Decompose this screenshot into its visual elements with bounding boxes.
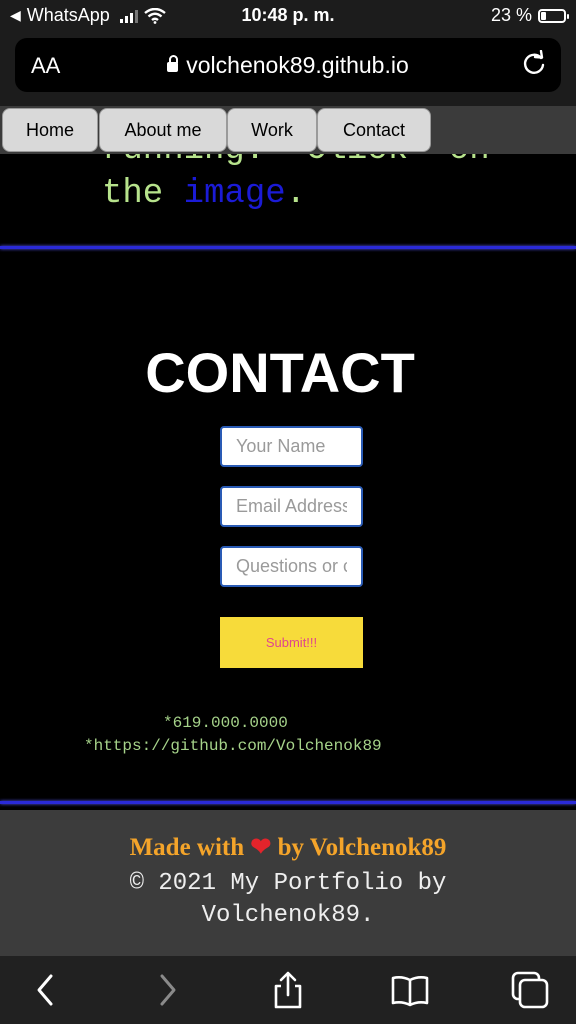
- battery-icon: [538, 8, 569, 23]
- back-icon[interactable]: [27, 970, 67, 1010]
- image-link[interactable]: image: [184, 175, 286, 213]
- phone-text: *619.000.0000: [163, 714, 288, 732]
- nav-about-me[interactable]: About me: [99, 108, 227, 152]
- name-input[interactable]: [220, 426, 363, 467]
- back-triangle-icon: ◀: [10, 7, 21, 23]
- tabs-icon[interactable]: [510, 970, 550, 1010]
- questions-input[interactable]: [220, 546, 363, 587]
- previous-line-2-suffix: .: [285, 175, 307, 213]
- footer-copyright: © 2021 My Portfolio by Volchenok89.: [0, 868, 576, 932]
- nav-work[interactable]: Work: [227, 108, 317, 152]
- github-link[interactable]: *https://github.com/Volchenok89: [84, 737, 382, 755]
- previous-line-2-prefix: the: [102, 175, 184, 213]
- battery-label: 23 %: [490, 5, 532, 25]
- back-to-app[interactable]: ◀ WhatsApp: [10, 5, 166, 26]
- made-prefix: Made with: [129, 834, 251, 861]
- battery-fill: [541, 11, 546, 20]
- url-field[interactable]: volchenok89.github.io: [15, 52, 561, 79]
- heart-icon: ❤: [250, 834, 272, 861]
- contact-title: CONTACT: [145, 341, 415, 404]
- share-icon[interactable]: [268, 970, 308, 1010]
- made-suffix: by Volchenok89: [271, 834, 447, 861]
- signal-icon: [119, 9, 138, 23]
- copyright-line-2: Volchenok89.: [201, 902, 375, 929]
- status-bar: ◀ WhatsApp 10:48 p. m. 23 %: [0, 0, 576, 34]
- email-input[interactable]: [220, 486, 363, 527]
- wifi-icon: [144, 7, 166, 24]
- submit-button[interactable]: Submit!!!: [220, 617, 363, 668]
- copyright-line-1: © 2021 My Portfolio by: [129, 870, 447, 897]
- url-text: volchenok89.github.io: [186, 52, 409, 78]
- footer: Made with ❤ by Volchenok89 © 2021 My Por…: [0, 810, 576, 956]
- site-nav: Home About me Work Contact: [0, 106, 576, 154]
- footer-made-with: Made with ❤ by Volchenok89: [0, 832, 576, 862]
- nav-contact[interactable]: Contact: [317, 108, 431, 152]
- bookmarks-icon[interactable]: [390, 970, 430, 1010]
- browser-top-bar: AA volchenok89.github.io: [0, 34, 576, 106]
- address-bar[interactable]: AA volchenok89.github.io: [15, 38, 561, 92]
- lock-icon: [167, 55, 179, 72]
- nav-home[interactable]: Home: [2, 108, 98, 152]
- back-app-label: WhatsApp: [26, 5, 110, 25]
- browser-toolbar: [0, 956, 576, 1024]
- reload-icon[interactable]: [521, 50, 547, 76]
- section-divider-bottom: [0, 801, 576, 804]
- section-divider-top: [0, 246, 576, 249]
- forward-icon[interactable]: [146, 970, 186, 1010]
